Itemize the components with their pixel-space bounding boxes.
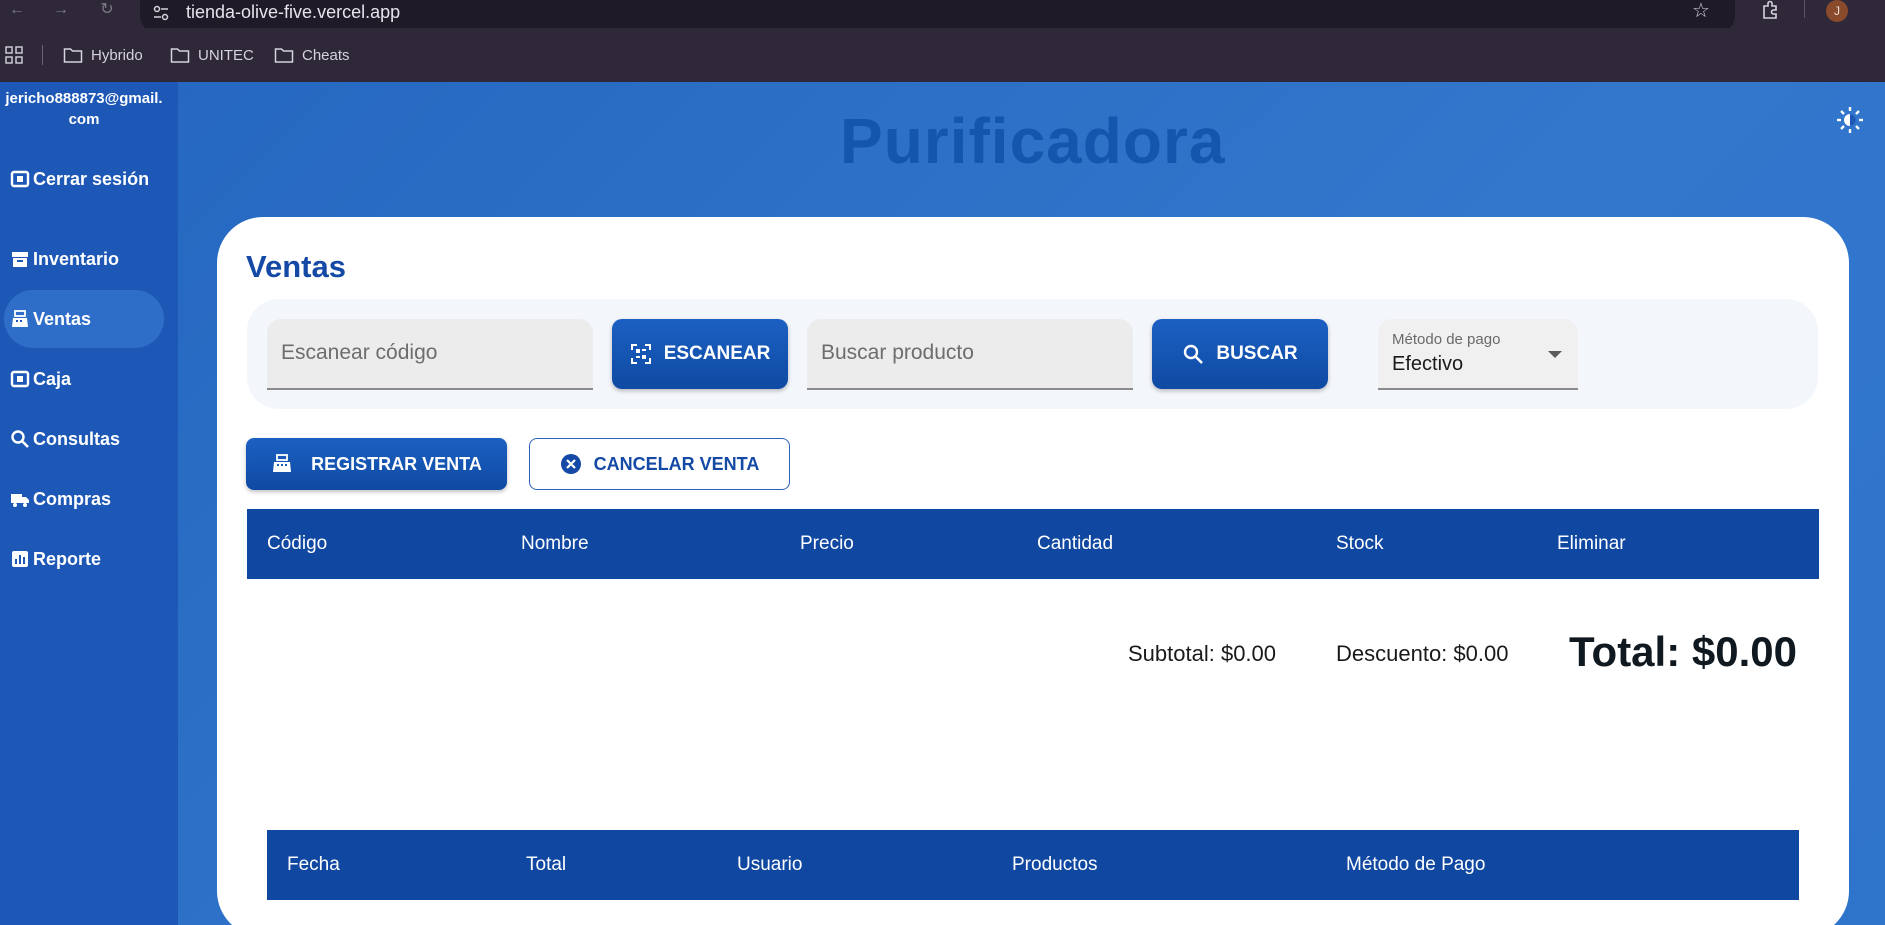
search-panel: Escanear código ESCANEAR Buscar producto [247,299,1818,409]
sidebar-item-label: Ventas [33,308,92,329]
sales-card: Ventas Escanear código ESCANEAR Buscar p… [217,217,1849,925]
bookmark-folder-cheats[interactable]: Cheats [274,45,350,65]
register-icon [273,454,292,472]
bookmark-folder-unitec[interactable]: UNITEC [170,45,254,65]
search-button-label: BUSCAR [1216,343,1298,364]
logout-label: Cerrar sesión [33,168,150,189]
column-header: Eliminar [1557,533,1626,554]
search-icon [1184,344,1204,364]
app-root: jericho888873@gmail.com Cerrar sesión In… [0,82,1885,925]
sidebar-item-consultas[interactable]: Consultas [4,410,164,468]
column-header: Precio [800,533,854,554]
column-header: Método de Pago [1346,854,1486,875]
history-table-header: Fecha Total Usuario Productos Método de … [267,830,1799,900]
page-title: Purificadora [840,105,1226,177]
column-header: Total [526,854,567,875]
sidebar-item-label: Inventario [33,248,120,269]
logout-icon [10,170,30,188]
cancel-sale-button[interactable]: CANCELAR VENTA [529,438,790,490]
section-title: Ventas [246,249,346,284]
cart-table-header: Código Nombre Precio Cantidad Stock Elim… [247,509,1819,579]
logout-button[interactable]: Cerrar sesión [4,150,164,208]
scan-code-input[interactable]: Escanear código [267,319,593,390]
cancel-circle-icon [560,454,581,474]
column-header: Cantidad [1037,533,1114,554]
register-icon [12,310,28,327]
reload-icon[interactable]: ↻ [96,0,118,22]
chart-icon [12,551,28,567]
scan-button[interactable]: ESCANEAR [612,319,788,389]
sidebar-item-ventas[interactable]: Ventas [4,290,164,348]
sidebar: jericho888873@gmail.com Cerrar sesión In… [0,82,178,925]
apps-grid-icon[interactable] [5,46,23,64]
sidebar-item-reporte[interactable]: Reporte [4,530,164,588]
search-product-placeholder: Buscar producto [821,341,974,364]
payment-method-value: Efectivo [1392,353,1464,375]
sidebar-item-label: Consultas [33,428,121,449]
bookmark-label: UNITEC [198,46,254,64]
browser-toolbar: ← → ↻ tienda-olive-five.vercel.app ☆ J [0,0,1885,32]
bookmark-star-icon[interactable]: ☆ [1692,0,1710,22]
cash-icon [10,370,30,388]
truck-icon [11,494,29,507]
column-header: Usuario [737,854,803,875]
bookmark-label: Hybrido [91,46,143,64]
user-email: jericho888873@gmail.com [5,90,163,128]
sidebar-item-inventario[interactable]: Inventario [4,230,164,288]
bookmark-label: Cheats [302,46,350,64]
scan-button-label: ESCANEAR [663,343,771,364]
cancel-sale-label: CANCELAR VENTA [593,453,760,474]
search-product-input[interactable]: Buscar producto [807,319,1133,390]
scan-code-placeholder: Escanear código [281,341,438,364]
sidebar-item-compras[interactable]: Compras [4,470,164,528]
register-sale-button[interactable]: REGISTRAR VENTA [246,438,507,490]
qr-scan-icon [630,344,651,364]
folder-icon [274,48,294,63]
extensions-icon[interactable] [1760,0,1780,20]
column-header: Fecha [287,854,340,875]
sidebar-item-label: Caja [33,368,72,389]
subtotal-text: Subtotal: $0.00 [1128,641,1277,666]
forward-icon[interactable]: → [50,0,72,22]
archive-icon [12,252,28,267]
column-header: Nombre [521,533,589,554]
sidebar-item-caja[interactable]: Caja [4,350,164,408]
brightness-icon[interactable] [1836,106,1864,134]
payment-method-label: Método de pago [1392,331,1501,348]
bookmark-folder-hybrido[interactable]: Hybrido [63,45,143,65]
folder-icon [170,48,190,63]
chevron-down-icon [1548,351,1562,358]
back-icon[interactable]: ← [6,0,28,22]
profile-avatar[interactable]: J [1826,0,1848,22]
column-header: Stock [1336,533,1384,554]
site-settings-icon[interactable] [152,4,170,22]
search-icon [11,430,29,448]
sidebar-item-label: Reporte [33,548,102,569]
total-text: Total: $0.00 [1569,628,1797,675]
sidebar-item-label: Compras [33,488,112,509]
folder-icon [63,48,83,63]
payment-method-select[interactable]: Método de pago Efectivo [1378,319,1578,390]
bookmarks-separator [42,45,43,65]
column-header: Productos [1012,854,1098,875]
url-text[interactable]: tienda-olive-five.vercel.app [186,1,400,23]
column-header: Código [267,533,328,554]
search-button[interactable]: BUSCAR [1152,319,1328,389]
discount-text: Descuento: $0.00 [1336,641,1509,666]
toolbar-divider [1804,0,1805,18]
register-sale-label: REGISTRAR VENTA [311,453,482,474]
